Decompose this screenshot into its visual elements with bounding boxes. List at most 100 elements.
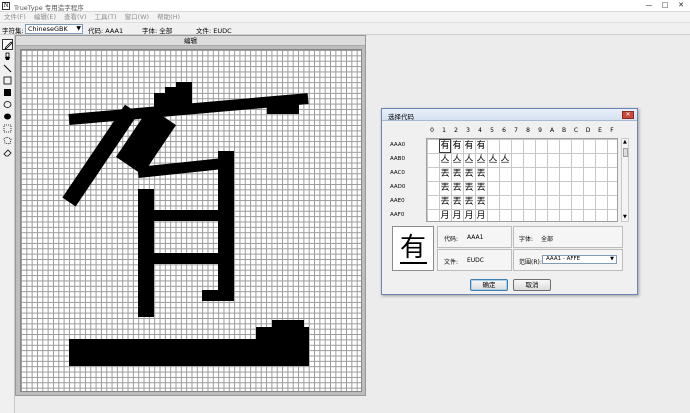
column-header: 2 (454, 127, 458, 134)
chevron-down-icon: ▼ (610, 256, 614, 262)
glyph-top-stroke (176, 82, 192, 88)
info-bar: 字符集: ChineseGBK ▼ 代码: AAA1 字体: 全部 文件: EU… (0, 23, 690, 35)
code-cell[interactable]: 月 (475, 209, 487, 223)
preview-underline (400, 262, 427, 264)
range-select[interactable]: AAA1 - AFFE ▼ (542, 255, 617, 264)
code-cell[interactable]: 丟 (439, 195, 451, 209)
font-value: 全部 (541, 236, 554, 243)
range-label: 范围(R): (519, 259, 542, 266)
close-icon[interactable]: ✕ (674, 1, 688, 10)
code-cell[interactable]: 丟 (463, 167, 475, 181)
code-table: 0 1 2 3 4 5 6 7 8 9 A B C D E F AAA0 AAB… (390, 127, 630, 227)
menu-window[interactable]: 窗口(W) (125, 12, 150, 22)
app-icon: N (2, 2, 10, 10)
column-header: D (585, 127, 591, 134)
row-header: AAE0 (390, 198, 405, 204)
code-cell[interactable]: 月 (439, 209, 451, 223)
code-cell[interactable]: 月 (463, 209, 475, 223)
column-header: A (549, 127, 555, 134)
code-cell[interactable]: 亼 (439, 153, 451, 167)
glyph-right-vertical (202, 290, 234, 301)
menu-file[interactable]: 文件(F) (4, 12, 26, 22)
char-preview: 有 (392, 226, 434, 271)
code-cell[interactable]: 有 (475, 139, 487, 153)
code-cell[interactable]: 丟 (451, 195, 463, 209)
code-cell[interactable]: 丟 (451, 167, 463, 181)
code-cell[interactable]: 丟 (475, 181, 487, 195)
brush-icon[interactable] (2, 51, 13, 62)
code-cell[interactable]: 丟 (475, 195, 487, 209)
minimize-icon[interactable]: — (642, 1, 656, 10)
code-cell[interactable]: 亼 (487, 153, 499, 167)
scroll-thumb[interactable] (623, 148, 628, 157)
code-cell[interactable]: 亼 (499, 153, 511, 167)
menu-view[interactable]: 查看(V) (64, 12, 87, 22)
eraser-icon[interactable] (2, 147, 13, 158)
code-cell[interactable]: 丟 (439, 167, 451, 181)
file-label: 文件: (444, 259, 459, 266)
row-header: AAB0 (390, 156, 405, 162)
file-value: EUDC (467, 257, 484, 264)
glyph-top-stroke (165, 87, 192, 95)
app-window: N TrueType 专用造字程序 — □ ✕ 文件(F) 编辑(E) 查看(V… (0, 0, 690, 413)
column-header: C (573, 127, 579, 134)
line-icon[interactable] (2, 63, 13, 74)
code-value: AAA1 (467, 234, 484, 241)
column-header: 4 (478, 127, 482, 134)
column-header: 6 (502, 127, 506, 134)
code-cell[interactable]: 丟 (463, 181, 475, 195)
glyph-right-vertical (218, 151, 234, 301)
cancel-button[interactable]: 取消 (513, 279, 551, 291)
glyph-inner-bar (148, 210, 223, 221)
code-label: 代码: (444, 236, 459, 243)
scroll-up-icon[interactable]: ▲ (623, 140, 627, 145)
menu-tools[interactable]: 工具(T) (95, 12, 117, 22)
menu-edit[interactable]: 编辑(E) (34, 12, 56, 22)
hollow-ellipse-icon[interactable] (2, 99, 13, 110)
hollow-rect-icon[interactable] (2, 75, 13, 86)
code-cell[interactable]: 有 (439, 139, 451, 153)
dialog-title: 选择代码 (388, 113, 414, 121)
dialog-title-bar: 选择代码 ✕ (382, 109, 637, 121)
glyph-edit-grid[interactable] (20, 49, 362, 392)
code-cell-grid[interactable]: 有 有 有 有 亼 亼 亼 亼 亼 亼 丟 丟 丟 丟 丟 丟 丟 丟 丟 丟 (426, 138, 618, 222)
code-cell[interactable]: 有 (451, 139, 463, 153)
code-cell[interactable]: 丟 (475, 167, 487, 181)
code-cell[interactable]: 有 (463, 139, 475, 153)
filled-rect-icon[interactable] (2, 87, 13, 98)
code-cell[interactable]: 亼 (463, 153, 475, 167)
code-cell[interactable]: 丟 (439, 181, 451, 195)
column-header: B (561, 127, 567, 134)
column-header: E (598, 127, 602, 134)
column-header: 9 (538, 127, 542, 134)
column-header: 7 (514, 127, 518, 134)
code-cell[interactable]: 亼 (475, 153, 487, 167)
charset-label: 字符集: (2, 27, 24, 35)
column-header: 1 (442, 127, 446, 134)
tool-palette (0, 35, 15, 413)
code-info-cell: 代码: AAA1 (437, 226, 512, 248)
code-cell[interactable]: 丟 (451, 181, 463, 195)
charset-select[interactable]: ChineseGBK ▼ (25, 24, 83, 34)
column-header: 3 (466, 127, 470, 134)
window-controls: — □ ✕ (642, 1, 688, 10)
freeform-select-icon[interactable] (2, 135, 13, 146)
charset-value: ChineseGBK (28, 25, 68, 33)
code-cell[interactable]: 丟 (463, 195, 475, 209)
code-cell[interactable]: 月 (451, 209, 463, 223)
rect-select-icon[interactable] (2, 123, 13, 134)
font-label: 字体: (519, 236, 534, 243)
scroll-down-icon[interactable]: ▼ (623, 215, 627, 220)
ok-button[interactable]: 确定 (470, 279, 508, 291)
row-header: AAD0 (390, 184, 406, 190)
code-table-scrollbar[interactable]: ▲ ▼ (621, 138, 629, 222)
pencil-icon[interactable] (2, 39, 13, 50)
close-icon[interactable]: ✕ (622, 111, 634, 119)
glyph-bottom-stroke (69, 339, 309, 366)
menu-help[interactable]: 帮助(H) (157, 12, 180, 22)
column-header: F (610, 127, 614, 134)
maximize-icon[interactable]: □ (658, 1, 672, 10)
row-header: AAA0 (390, 142, 406, 148)
code-cell[interactable]: 亼 (451, 153, 463, 167)
filled-ellipse-icon[interactable] (2, 111, 13, 122)
